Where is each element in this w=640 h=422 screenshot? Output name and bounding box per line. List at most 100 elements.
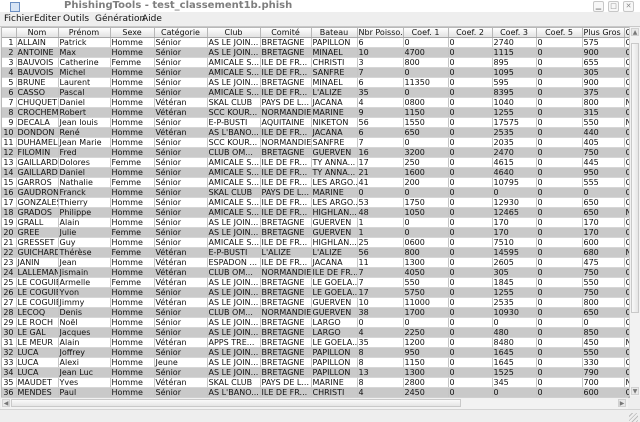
- table-cell[interactable]: 6: [357, 77, 404, 88]
- table-cell[interactable]: BRETAGNE: [260, 147, 312, 158]
- table-cell[interactable]: HIGHLAN...: [311, 207, 358, 218]
- table-cell[interactable]: ILE DE FR...: [311, 267, 358, 278]
- table-cell[interactable]: Sénior: [154, 287, 208, 298]
- table-row[interactable]: 11 DUHAMEL Jean Marie Homme Sénior SCC KOUR..…: [2, 137, 629, 148]
- table-cell[interactable]: 21: [2, 237, 17, 248]
- table-cell[interactable]: 1200: [403, 337, 449, 348]
- table-cell[interactable]: 305: [582, 67, 625, 78]
- table-row[interactable]: 28 LECOQ Denis Homme Sénior CLUB OM... NORMAND…: [2, 307, 629, 318]
- table-cell[interactable]: 0: [403, 227, 449, 238]
- table-cell[interactable]: 0: [536, 187, 583, 198]
- table-cell[interactable]: 1040: [492, 97, 537, 108]
- table-cell[interactable]: Femme: [110, 227, 155, 238]
- table-cell[interactable]: 1600: [403, 167, 449, 178]
- table-cell[interactable]: 0: [448, 347, 493, 358]
- table-cell[interactable]: GONZALES: [16, 197, 59, 208]
- table-cell[interactable]: 2535: [492, 127, 537, 138]
- table-cell[interactable]: 6: [357, 127, 404, 138]
- table-cell[interactable]: 800: [403, 57, 449, 68]
- table-cell[interactable]: 5750: [403, 287, 449, 298]
- table-cell[interactable]: 16: [357, 147, 404, 158]
- table-cell[interactable]: 0: [536, 287, 583, 298]
- table-cell[interactable]: GUERVEN: [311, 227, 358, 238]
- table-cell[interactable]: Sénior: [154, 117, 208, 128]
- table-cell[interactable]: Thierry: [58, 197, 111, 208]
- table-cell[interactable]: 0: [536, 87, 583, 98]
- table-cell[interactable]: CLUB OM...: [207, 307, 261, 318]
- table-row[interactable]: 30 LE GAL Jacques Homme Sénior AS LE JOIN... B…: [2, 327, 629, 338]
- table-cell[interactable]: Jean: [58, 257, 111, 268]
- table-cell[interactable]: 13: [357, 367, 404, 378]
- table-cell[interactable]: Jean louis: [58, 117, 111, 128]
- table-cell[interactable]: 16: [2, 187, 17, 198]
- table-cell[interactable]: 345: [492, 377, 537, 388]
- table-cell[interactable]: 4: [357, 387, 404, 397]
- table-cell[interactable]: 600: [582, 237, 625, 248]
- table-cell[interactable]: BRETAGNE: [260, 337, 312, 348]
- table-cell[interactable]: CASSO: [16, 87, 59, 98]
- table-cell[interactable]: ILE DE FR...: [260, 87, 312, 98]
- table-cell[interactable]: 1: [357, 217, 404, 228]
- table-cell[interactable]: 4: [2, 67, 17, 78]
- table-cell[interactable]: 0800: [403, 97, 449, 108]
- table-cell[interactable]: LES ARGO...: [311, 197, 358, 208]
- table-cell[interactable]: BRETAGNE: [260, 37, 312, 48]
- table-cell[interactable]: 0: [357, 187, 404, 198]
- table-cell[interactable]: Jean Luc: [58, 367, 111, 378]
- table-cell[interactable]: 23: [2, 257, 17, 268]
- minimize-icon[interactable]: ▁: [593, 1, 604, 12]
- table-cell[interactable]: NORMANDIE: [260, 267, 312, 278]
- table-cell[interactable]: 35: [357, 337, 404, 348]
- table-cell[interactable]: 8395: [492, 87, 537, 98]
- table-cell[interactable]: 0: [536, 317, 583, 328]
- table-cell[interactable]: Sénior: [154, 217, 208, 228]
- table-cell[interactable]: 950: [582, 167, 625, 178]
- table-cell[interactable]: MINAEL: [311, 47, 358, 58]
- table-cell[interactable]: 0: [536, 327, 583, 338]
- table-cell[interactable]: Homme: [110, 257, 155, 268]
- table-cell[interactable]: 7: [357, 267, 404, 278]
- table-cell[interactable]: NORMANDIE: [260, 137, 312, 148]
- table-cell[interactable]: 21: [357, 167, 404, 178]
- table-cell[interactable]: 9: [2, 117, 17, 128]
- table-cell[interactable]: AS LE JOIN...: [207, 317, 261, 328]
- table-cell[interactable]: LECOQ: [16, 307, 59, 318]
- table-cell[interactable]: LE GOELA...: [311, 277, 358, 288]
- table-cell[interactable]: 1525: [492, 367, 537, 378]
- table-row[interactable]: 10 DONDON René Homme Vétéran AS L'BANO... ILE …: [2, 127, 629, 138]
- table-cell[interactable]: Vétéran: [154, 297, 208, 308]
- table-cell[interactable]: LE COGUIEC: [16, 287, 59, 298]
- table-cell[interactable]: 8480: [492, 337, 537, 348]
- table-cell[interactable]: 25: [357, 237, 404, 248]
- table-cell[interactable]: 650: [582, 207, 625, 218]
- table-cell[interactable]: 315: [582, 107, 625, 118]
- table-cell[interactable]: GUERVEN: [311, 147, 358, 158]
- column-header[interactable]: Nbr Poisso...: [357, 28, 404, 38]
- table-cell[interactable]: 2535: [492, 297, 537, 308]
- table-cell[interactable]: 0: [448, 197, 493, 208]
- table-cell[interactable]: SCC KOUR...: [207, 137, 261, 148]
- table-cell[interactable]: 0: [582, 317, 625, 328]
- table-cell[interactable]: Fred: [58, 147, 111, 158]
- table-cell[interactable]: Paul: [58, 387, 111, 397]
- table-cell[interactable]: Denis: [58, 307, 111, 318]
- table-cell[interactable]: BRETAGNE: [260, 347, 312, 358]
- table-cell[interactable]: BRETAGNE: [260, 317, 312, 328]
- table-cell[interactable]: 0: [536, 197, 583, 208]
- table-cell[interactable]: 0: [536, 377, 583, 388]
- table-cell[interactable]: 1050: [403, 207, 449, 218]
- table-cell[interactable]: 895: [492, 57, 537, 68]
- table-cell[interactable]: AQUITAINE: [260, 117, 312, 128]
- table-cell[interactable]: 0: [448, 277, 493, 288]
- table-cell[interactable]: Sénior: [154, 137, 208, 148]
- table-cell[interactable]: Homme: [110, 67, 155, 78]
- table-cell[interactable]: 0: [448, 377, 493, 388]
- table-row[interactable]: 12 FILOMIN Fred Homme Sénior CLUB OM... BRETAG…: [2, 147, 629, 158]
- table-cell[interactable]: AMICALE S...: [207, 87, 261, 98]
- table-cell[interactable]: Jeune: [154, 357, 208, 368]
- table-cell[interactable]: 1: [357, 227, 404, 238]
- table-row[interactable]: 27LE COGUIECJimmyHommeVétéranAS LE JOIN.…: [2, 297, 629, 308]
- table-cell[interactable]: BRUNE: [16, 77, 59, 88]
- table-cell[interactable]: 680: [582, 247, 625, 258]
- table-cell[interactable]: 170: [492, 227, 537, 238]
